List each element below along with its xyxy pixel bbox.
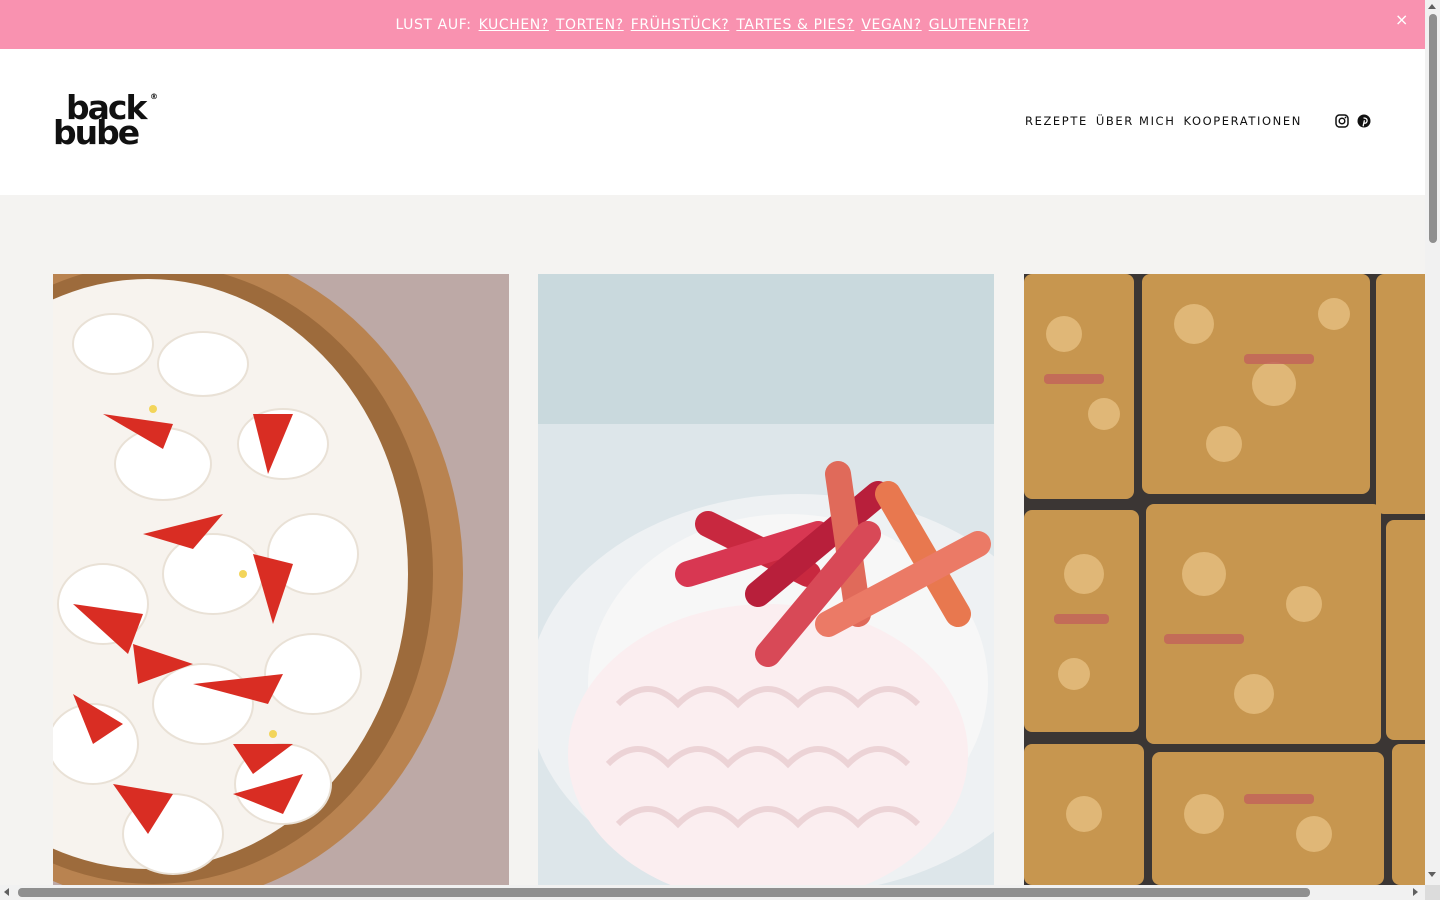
scrollbar-corner [1425, 885, 1440, 900]
nav-ueber-mich[interactable]: ÜBER MICH [1096, 114, 1176, 128]
link-torten[interactable]: TORTEN? [556, 17, 624, 33]
link-fruehstueck[interactable]: FRÜHSTÜCK? [631, 17, 730, 33]
rhubarb-crumble-bars-photo [1024, 274, 1425, 885]
recipe-card[interactable] [1024, 274, 1425, 885]
recipe-grid [0, 195, 1425, 885]
announcement-bar: LUST AUF: KUCHEN? TORTEN? FRÜHSTÜCK? TAR… [0, 0, 1425, 49]
main-nav: REZEPTE ÜBER MICH KOOPERATIONEN [1025, 114, 1302, 128]
link-glutenfrei[interactable]: GLUTENFREI? [929, 17, 1030, 33]
link-kuchen[interactable]: KUCHEN? [479, 17, 549, 33]
link-vegan[interactable]: VEGAN? [861, 17, 921, 33]
site-logo[interactable]: back bube ® [53, 91, 159, 152]
close-icon[interactable]: × [1395, 10, 1409, 29]
horizontal-scrollbar[interactable] [0, 885, 1425, 900]
vertical-scrollbar[interactable] [1425, 0, 1440, 885]
scroll-up-arrow-icon[interactable] [1428, 4, 1436, 9]
recipe-card[interactable] [53, 274, 509, 885]
scroll-left-arrow-icon[interactable] [4, 888, 9, 896]
scroll-right-arrow-icon[interactable] [1413, 888, 1418, 896]
scroll-down-arrow-icon[interactable] [1428, 872, 1436, 877]
rhubarb-meringue-photo [538, 274, 994, 885]
social-links [1335, 114, 1371, 128]
nav-kooperationen[interactable]: KOOPERATIONEN [1183, 114, 1301, 128]
announcement-prefix: LUST AUF: [395, 16, 472, 33]
scroll-thumb-horizontal[interactable] [18, 888, 1310, 897]
site-header: back bube ® REZEPTE ÜBER MICH KOOPERATIO… [0, 49, 1425, 195]
strawberry-cream-tart-photo [53, 274, 509, 885]
nav-rezepte[interactable]: REZEPTE [1025, 114, 1088, 128]
recipe-card[interactable] [538, 274, 994, 885]
instagram-icon[interactable] [1335, 114, 1349, 128]
registered-mark: ® [150, 92, 158, 101]
logo-line-2: bube [53, 113, 140, 152]
pinterest-icon[interactable] [1357, 114, 1371, 128]
link-tartes-pies[interactable]: TARTES & PIES? [736, 17, 854, 33]
scroll-thumb-vertical[interactable] [1429, 14, 1437, 243]
